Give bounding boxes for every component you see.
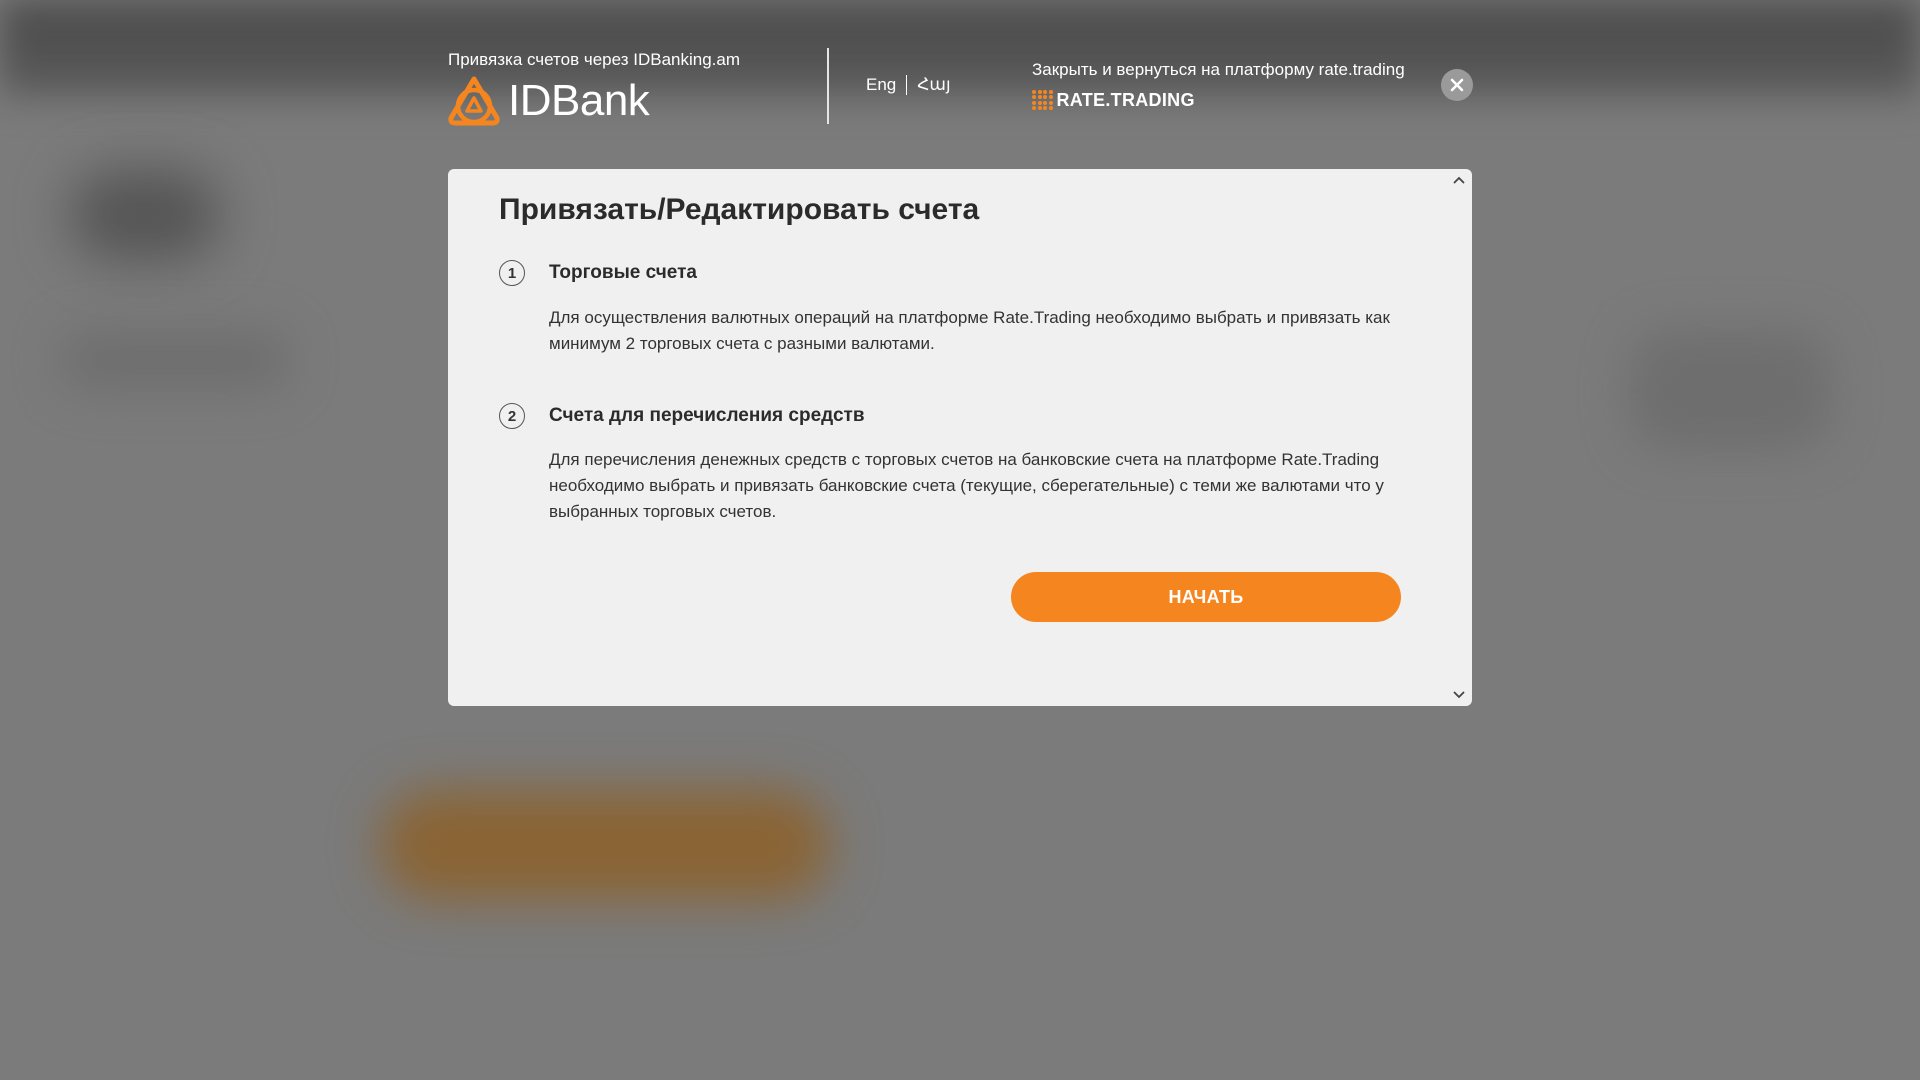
start-button[interactable]: НАЧАТЬ — [1011, 572, 1401, 622]
chevron-down-icon — [1453, 691, 1465, 699]
modal-title: Привязать/Редактировать счета — [499, 193, 980, 226]
step-title: Счета для перечисления средств — [549, 405, 865, 426]
header: Привязка счетов через IDBanking.am IDBan… — [448, 45, 1473, 126]
background-blob — [60, 330, 290, 390]
close-return-link[interactable]: Закрыть и вернуться на платформу rate.tr… — [1032, 60, 1405, 80]
lang-option-eng[interactable]: Eng — [866, 75, 896, 95]
brand-name: IDBank — [508, 76, 650, 125]
link-accounts-modal: Привязать/Редактировать счета 1 Торговые… — [448, 169, 1472, 706]
brand-logo: IDBank — [448, 73, 650, 129]
step-number-badge: 1 — [499, 260, 525, 286]
step-description: Для осуществления валютных операций на п… — [549, 308, 1390, 353]
lang-option-hy[interactable]: Հայ — [917, 75, 950, 95]
close-button[interactable] — [1441, 69, 1473, 101]
background-blob — [1630, 330, 1830, 450]
step-description: Для перечисления денежных средств с торг… — [549, 450, 1384, 521]
header-divider — [827, 48, 829, 124]
background-blob — [70, 170, 220, 260]
rate-trading-dots-icon — [1032, 89, 1053, 111]
partner-logo: RATE.TRADING — [1032, 89, 1195, 111]
scroll-up-button[interactable] — [1452, 173, 1466, 187]
partner-logo-text: RATE.TRADING — [1056, 89, 1195, 110]
close-icon — [1450, 78, 1464, 92]
background-orange-button — [380, 790, 830, 900]
header-subtitle: Привязка счетов через IDBanking.am — [448, 50, 740, 69]
idbank-logo-icon — [448, 76, 500, 126]
lang-separator — [906, 75, 908, 95]
step-title: Торговые счета — [549, 262, 697, 283]
language-switch: Eng Հայ — [866, 75, 951, 95]
scroll-down-button[interactable] — [1452, 688, 1466, 702]
step-number-badge: 2 — [499, 403, 525, 429]
chevron-up-icon — [1453, 176, 1465, 184]
